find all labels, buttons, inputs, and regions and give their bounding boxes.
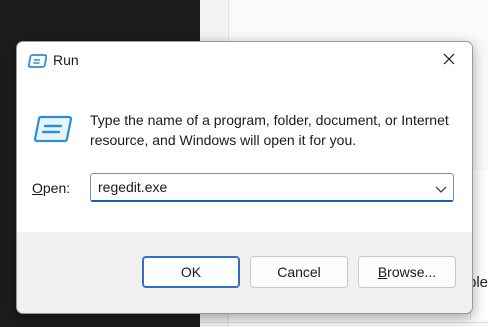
ok-button[interactable]: OK xyxy=(142,256,240,288)
browse-button-text: rowse... xyxy=(387,264,437,280)
open-label-text: pen: xyxy=(42,180,71,196)
open-combobox[interactable]: regedit.exe xyxy=(90,173,454,202)
background-divider xyxy=(200,322,488,323)
cancel-button[interactable]: Cancel xyxy=(250,256,348,288)
dialog-content: Type the name of a program, folder, docu… xyxy=(17,80,472,232)
open-label: Open: xyxy=(32,180,70,196)
open-input[interactable]: regedit.exe xyxy=(98,179,167,195)
close-button[interactable] xyxy=(426,42,472,80)
title-bar[interactable]: Run xyxy=(17,42,472,80)
run-dialog: Run Type the name of a program, folder, … xyxy=(16,41,473,314)
dialog-title: Run xyxy=(53,52,79,68)
chevron-down-icon[interactable] xyxy=(435,182,447,193)
close-icon xyxy=(443,52,455,70)
browse-button[interactable]: Browse... xyxy=(358,256,456,288)
browse-button-accelerator: B xyxy=(377,264,388,280)
run-app-icon xyxy=(33,114,73,144)
open-label-accelerator: O xyxy=(32,180,43,196)
run-description: Type the name of a program, folder, docu… xyxy=(90,112,449,148)
run-app-icon xyxy=(27,53,48,69)
